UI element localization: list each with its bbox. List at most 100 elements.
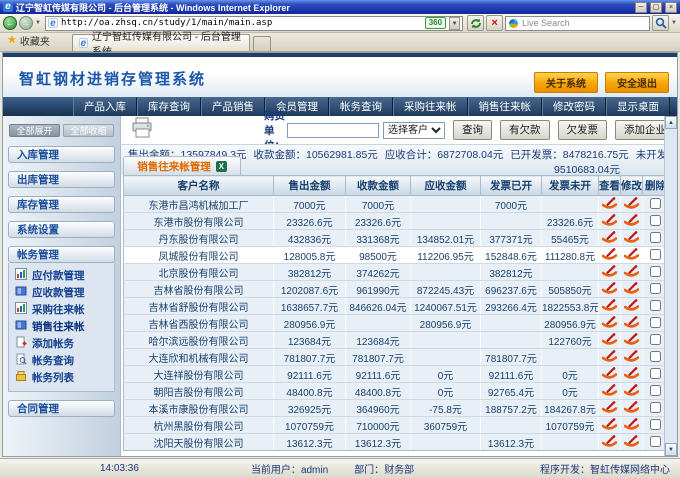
write-icon[interactable] xyxy=(624,422,639,433)
write-icon[interactable] xyxy=(602,252,617,263)
delete-checkbox[interactable] xyxy=(650,317,661,328)
content-scrollbar[interactable]: ▲ ▼ xyxy=(664,116,677,456)
sidebar-item[interactable]: 帐务查询 xyxy=(15,352,112,369)
sidebar-item[interactable]: 帐务列表 xyxy=(15,369,112,386)
write-icon[interactable] xyxy=(624,286,639,297)
address-dropdown-icon[interactable]: ▼ xyxy=(449,17,460,30)
edit-button[interactable] xyxy=(621,281,643,298)
write-icon[interactable] xyxy=(602,337,617,348)
360-badge[interactable]: 360 xyxy=(425,17,446,29)
print-button[interactable] xyxy=(130,117,154,143)
write-icon[interactable] xyxy=(624,371,639,382)
write-icon[interactable] xyxy=(602,371,617,382)
write-icon[interactable] xyxy=(602,439,617,450)
favorites-button[interactable]: ★ 收藏夹 xyxy=(7,33,50,48)
main-menu-item[interactable]: 采购往来帐 xyxy=(393,97,468,116)
delete-checkbox[interactable] xyxy=(650,300,661,311)
view-button[interactable] xyxy=(599,417,621,434)
search-button[interactable] xyxy=(652,15,669,31)
delete-checkbox[interactable] xyxy=(650,385,661,396)
edit-button[interactable] xyxy=(621,247,643,264)
back-button[interactable]: ← xyxy=(3,16,17,30)
view-button[interactable] xyxy=(599,366,621,383)
view-button[interactable] xyxy=(599,264,621,281)
logout-button[interactable]: 安全退出 xyxy=(605,72,669,93)
edit-button[interactable] xyxy=(621,264,643,281)
view-button[interactable] xyxy=(599,213,621,230)
history-dropdown-icon[interactable]: ▼ xyxy=(35,20,41,26)
write-icon[interactable] xyxy=(602,354,617,365)
view-button[interactable] xyxy=(599,281,621,298)
excel-export-icon[interactable]: X xyxy=(216,161,227,172)
delete-checkbox[interactable] xyxy=(650,266,661,277)
owe-invoice-button[interactable]: 欠发票 xyxy=(558,120,608,140)
sidebar-item[interactable]: 应付款管理 xyxy=(15,267,112,284)
write-icon[interactable] xyxy=(624,235,639,246)
write-icon[interactable] xyxy=(624,303,639,314)
search-options-dropdown-icon[interactable]: ▼ xyxy=(671,20,677,26)
view-button[interactable] xyxy=(599,383,621,400)
write-icon[interactable] xyxy=(624,388,639,399)
edit-button[interactable] xyxy=(621,332,643,349)
write-icon[interactable] xyxy=(602,218,617,229)
main-menu-item[interactable]: 显示桌面 xyxy=(606,97,670,116)
buyer-unit-input[interactable] xyxy=(287,123,379,138)
delete-checkbox[interactable] xyxy=(650,368,661,379)
write-icon[interactable] xyxy=(624,405,639,416)
write-icon[interactable] xyxy=(602,320,617,331)
main-menu-item[interactable]: 产品销售 xyxy=(201,97,265,116)
write-icon[interactable] xyxy=(624,269,639,280)
delete-checkbox[interactable] xyxy=(650,334,661,345)
write-icon[interactable] xyxy=(602,286,617,297)
edit-button[interactable] xyxy=(621,230,643,247)
forward-button[interactable]: → xyxy=(19,16,33,30)
write-icon[interactable] xyxy=(624,218,639,229)
sidebar-group-header[interactable]: 系统设置 xyxy=(8,221,115,238)
delete-checkbox[interactable] xyxy=(650,198,661,209)
delete-checkbox[interactable] xyxy=(650,436,661,447)
write-icon[interactable] xyxy=(624,201,639,212)
main-menu-item[interactable]: 库存查询 xyxy=(137,97,201,116)
live-search-box[interactable]: Live Search xyxy=(505,16,650,31)
write-icon[interactable] xyxy=(602,201,617,212)
main-menu-item[interactable]: 产品入库 xyxy=(73,97,137,116)
url-text[interactable]: http://oa.zhsq.cn/study/1/main/main.asp xyxy=(61,18,422,28)
edit-button[interactable] xyxy=(621,400,643,417)
delete-checkbox[interactable] xyxy=(650,283,661,294)
write-icon[interactable] xyxy=(624,439,639,450)
scroll-down-icon[interactable]: ▼ xyxy=(665,443,677,456)
sidebar-group-header[interactable]: 库存管理 xyxy=(8,196,115,213)
scroll-up-icon[interactable]: ▲ xyxy=(665,116,677,129)
delete-checkbox[interactable] xyxy=(650,419,661,430)
edit-button[interactable] xyxy=(621,196,643,213)
query-button[interactable]: 查询 xyxy=(453,120,492,140)
edit-button[interactable] xyxy=(621,434,643,451)
browser-tab[interactable]: e 辽宁智虹传媒有限公司 - 后台管理系统 xyxy=(72,34,250,51)
main-menu-item[interactable]: 修改密码 xyxy=(542,97,606,116)
customer-select[interactable]: 选择客户 xyxy=(383,122,445,139)
sidebar-group-header[interactable]: 出库管理 xyxy=(8,171,115,188)
view-button[interactable] xyxy=(599,315,621,332)
view-button[interactable] xyxy=(599,400,621,417)
view-button[interactable] xyxy=(599,230,621,247)
sidebar-group-header[interactable]: 帐务管理 xyxy=(8,246,115,263)
write-icon[interactable] xyxy=(624,354,639,365)
delete-checkbox[interactable] xyxy=(650,351,661,362)
edit-button[interactable] xyxy=(621,213,643,230)
view-button[interactable] xyxy=(599,298,621,315)
edit-button[interactable] xyxy=(621,417,643,434)
view-button[interactable] xyxy=(599,332,621,349)
delete-checkbox[interactable] xyxy=(650,249,661,260)
edit-button[interactable] xyxy=(621,349,643,366)
close-button[interactable]: × xyxy=(665,2,677,13)
edit-button[interactable] xyxy=(621,366,643,383)
has-debt-button[interactable]: 有欠款 xyxy=(500,120,550,140)
delete-checkbox[interactable] xyxy=(650,232,661,243)
main-menu-item[interactable]: 销售往来帐 xyxy=(468,97,543,116)
sidebar-group-header[interactable]: 合同管理 xyxy=(8,400,115,417)
main-menu-item[interactable]: 帐务查询 xyxy=(329,97,393,116)
delete-checkbox[interactable] xyxy=(650,402,661,413)
write-icon[interactable] xyxy=(602,303,617,314)
write-icon[interactable] xyxy=(602,269,617,280)
write-icon[interactable] xyxy=(624,320,639,331)
